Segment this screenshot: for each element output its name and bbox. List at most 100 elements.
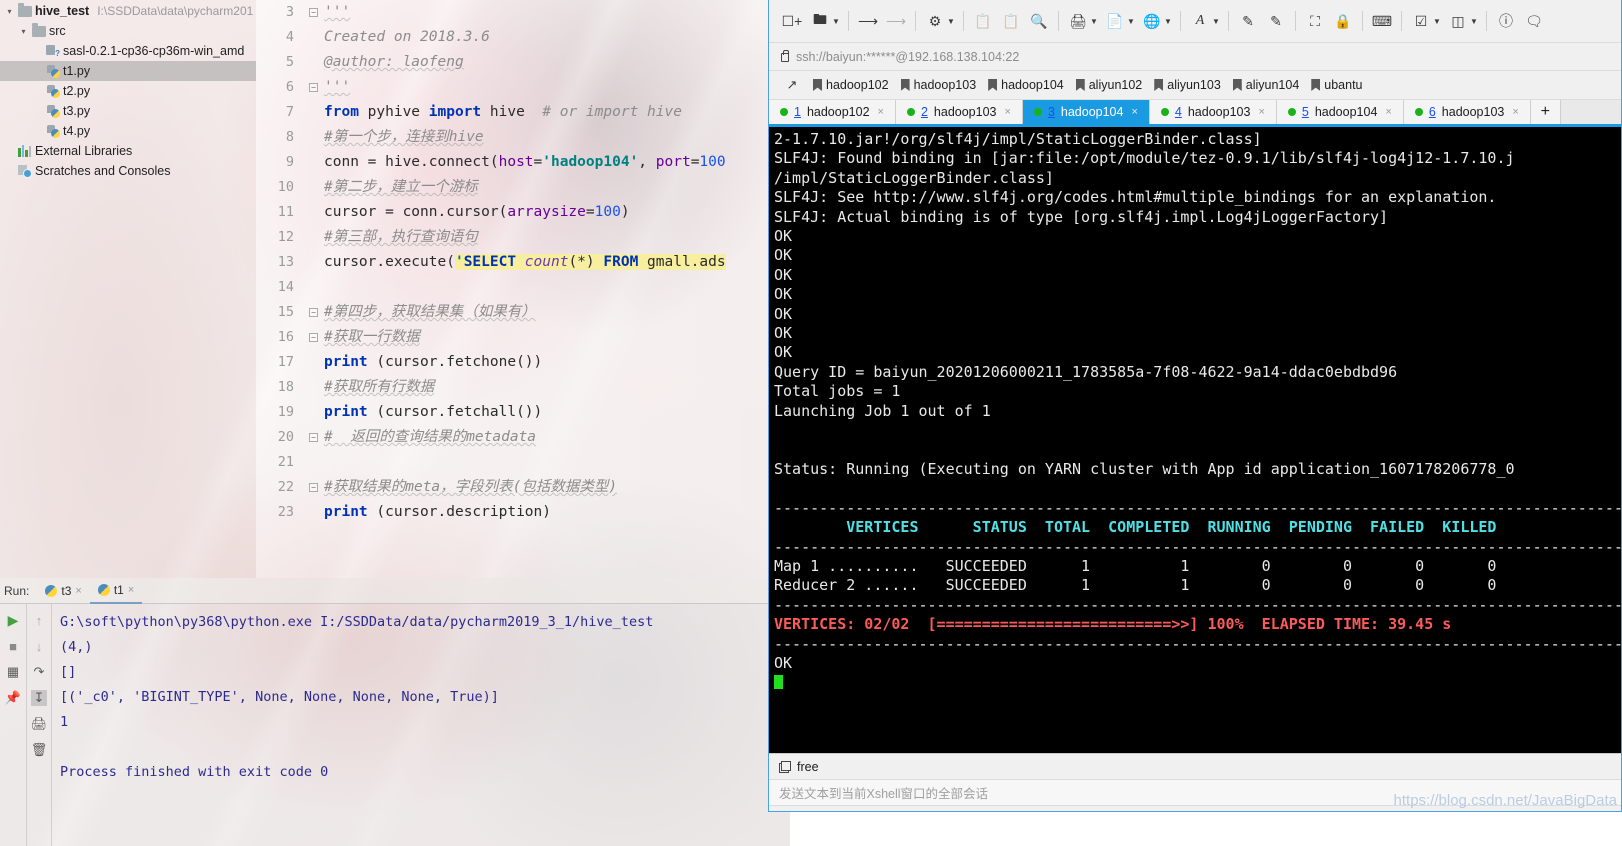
- code-editor[interactable]: 3− ''' 4 Created on 2018.3.6 5 @author: laofe…: [256, 0, 790, 578]
- tree-item-src[interactable]: ▾ src: [0, 21, 256, 41]
- new-tab-button[interactable]: +: [1530, 100, 1561, 124]
- print-icon[interactable]: 🖨: [1065, 8, 1091, 34]
- log-icon[interactable]: 📄: [1102, 8, 1128, 34]
- session-tab-6-hadoop103[interactable]: 6 hadoop103 ×: [1403, 100, 1531, 124]
- properties-caret-icon[interactable]: ▼: [947, 17, 957, 26]
- close-icon[interactable]: ×: [1131, 106, 1137, 118]
- close-icon[interactable]: ×: [1005, 106, 1011, 118]
- stop-icon[interactable]: ■: [5, 638, 21, 654]
- soft-wrap-icon[interactable]: ↷: [31, 664, 47, 680]
- terminal-line: ----------------------------------------…: [774, 595, 1621, 614]
- lock-icon[interactable]: 🔒: [1330, 8, 1356, 34]
- close-icon[interactable]: ×: [1258, 106, 1264, 118]
- compose-icon[interactable]: ✎: [1235, 8, 1261, 34]
- globe-caret-icon[interactable]: ▼: [1164, 17, 1174, 26]
- tree-item-t2-py[interactable]: t2.py: [0, 81, 256, 101]
- fold-toggle-icon[interactable]: −: [309, 433, 318, 442]
- trash-icon[interactable]: 🗑: [31, 742, 48, 758]
- run-tab-t1[interactable]: t1 ×: [89, 578, 143, 604]
- session-tab-1-hadoop102[interactable]: 1 hadoop102 ×: [769, 100, 896, 124]
- collapse-arrow-icon[interactable]: ▾: [4, 7, 15, 16]
- up-arrow-icon[interactable]: ↑: [31, 612, 47, 628]
- bookmark-aliyun104[interactable]: aliyun104: [1227, 73, 1306, 97]
- session-tab-3-hadoop104[interactable]: 3 hadoop104 ×: [1022, 100, 1150, 124]
- add-layout-caret-icon[interactable]: ▼: [1433, 17, 1443, 26]
- properties-icon[interactable]: ⚙: [922, 8, 948, 34]
- fold-toggle-icon[interactable]: −: [309, 333, 318, 342]
- bookmark-aliyun102[interactable]: aliyun102: [1070, 73, 1149, 97]
- print-caret-icon[interactable]: ▼: [1090, 17, 1100, 26]
- fullscreen-icon[interactable]: ⛶: [1302, 8, 1328, 34]
- tree-item-t4-py[interactable]: t4.py: [0, 121, 256, 141]
- split-layout-icon[interactable]: ◫: [1445, 8, 1471, 34]
- code-token: count: [524, 254, 569, 270]
- toolbar-separator: [1058, 11, 1059, 31]
- code-token: ''': [324, 79, 351, 95]
- session-tab-label: hadoop103: [1187, 105, 1251, 119]
- paste-icon[interactable]: 📋: [998, 8, 1024, 34]
- log-caret-icon[interactable]: ▼: [1127, 17, 1137, 26]
- project-root-row[interactable]: ▾ hive_test I:\SSDData\data\pycharm201: [0, 1, 256, 21]
- scroll-to-end-icon[interactable]: ↧: [31, 690, 47, 706]
- tree-item-label: t4.py: [63, 124, 91, 138]
- compose-bar-icon[interactable]: ✎: [1263, 8, 1289, 34]
- session-tab-label: hadoop103: [1441, 105, 1505, 119]
- close-icon[interactable]: ×: [75, 585, 81, 597]
- tree-item-label: src: [49, 24, 66, 38]
- add-layout-icon[interactable]: ☑: [1408, 8, 1434, 34]
- pin-icon[interactable]: 📌: [5, 690, 21, 706]
- transfer-dim-icon[interactable]: ⟶: [883, 8, 909, 34]
- help-icon[interactable]: ⓘ: [1493, 8, 1519, 34]
- keyboard-icon[interactable]: ⌨: [1369, 8, 1395, 34]
- font-caret-icon[interactable]: ▼: [1212, 17, 1222, 26]
- feedback-icon[interactable]: 🗨: [1521, 8, 1547, 34]
- fold-toggle-icon[interactable]: −: [309, 8, 318, 17]
- status-cursor-label: 30,1: [1552, 812, 1576, 813]
- transfer-icon[interactable]: ⟶: [855, 8, 881, 34]
- fold-toggle-icon[interactable]: −: [309, 308, 318, 317]
- bookmark-hadoop102[interactable]: hadoop102: [807, 73, 895, 97]
- font-icon[interactable]: A: [1187, 8, 1213, 34]
- globe-icon[interactable]: 🌐: [1139, 8, 1165, 34]
- close-icon[interactable]: ×: [1512, 106, 1518, 118]
- python-icon: [45, 584, 58, 597]
- fold-toggle-icon[interactable]: −: [309, 83, 318, 92]
- open-session-icon[interactable]: ↗: [779, 72, 805, 98]
- xshell-address-bar[interactable]: ssh://baiyun:******@192.168.138.104:22: [769, 43, 1621, 71]
- terminal-output[interactable]: 2-1.7.10.jar!/org/slf4j/impl/StaticLogge…: [769, 127, 1621, 753]
- expand-arrow-icon[interactable]: ▾: [18, 27, 29, 36]
- session-tab-4-hadoop103[interactable]: 4 hadoop103 ×: [1149, 100, 1277, 124]
- bookmark-hadoop104[interactable]: hadoop104: [982, 73, 1070, 97]
- code-line: 6 − ''': [256, 75, 790, 100]
- run-icon[interactable]: ▶: [5, 612, 21, 628]
- close-icon[interactable]: ×: [128, 584, 134, 596]
- bookmark-ubantu[interactable]: ubantu: [1305, 73, 1368, 97]
- copy-icon[interactable]: 📋: [970, 8, 996, 34]
- xshell-send-all-bar[interactable]: 发送文本到当前Xshell窗口的全部会话: [769, 779, 1621, 805]
- open-folder-caret-icon[interactable]: ▼: [832, 17, 842, 26]
- run-tab-t3[interactable]: t3 ×: [37, 578, 89, 604]
- layout-icon[interactable]: ▦: [5, 664, 21, 680]
- find-icon[interactable]: 🔍: [1026, 8, 1052, 34]
- session-tab-2-hadoop103[interactable]: 2 hadoop103 ×: [895, 100, 1023, 124]
- code-line: 21: [256, 450, 790, 475]
- bookmark-aliyun103[interactable]: aliyun103: [1148, 73, 1227, 97]
- code-token: print: [324, 404, 377, 420]
- tree-item-external-libraries[interactable]: External Libraries: [0, 141, 256, 161]
- bookmark-hadoop103[interactable]: hadoop103: [895, 73, 983, 97]
- close-icon[interactable]: ×: [878, 106, 884, 118]
- xshell-quick-command-bar[interactable]: free: [769, 753, 1621, 779]
- print-icon[interactable]: 🖨: [31, 716, 48, 732]
- split-layout-caret-icon[interactable]: ▼: [1470, 17, 1480, 26]
- new-session-icon[interactable]: ☐+: [779, 8, 805, 34]
- tree-item-sasl-0-2-1-cp36-cp36m-win_amd[interactable]: ? sasl-0.2.1-cp36-cp36m-win_amd: [0, 41, 256, 61]
- tree-item-scratches-and-consoles[interactable]: Scratches and Consoles: [0, 161, 256, 181]
- close-icon[interactable]: ×: [1385, 106, 1391, 118]
- tree-item-t3-py[interactable]: t3.py: [0, 101, 256, 121]
- down-arrow-icon[interactable]: ↓: [31, 638, 47, 654]
- tree-item-t1-py[interactable]: t1.py: [0, 61, 256, 81]
- session-tab-5-hadoop104[interactable]: 5 hadoop104 ×: [1276, 100, 1404, 124]
- open-folder-icon[interactable]: 🖿: [807, 8, 833, 34]
- fold-toggle-icon[interactable]: −: [309, 483, 318, 492]
- terminal-line: SLF4J: See http://www.slf4j.org/codes.ht…: [774, 188, 1497, 207]
